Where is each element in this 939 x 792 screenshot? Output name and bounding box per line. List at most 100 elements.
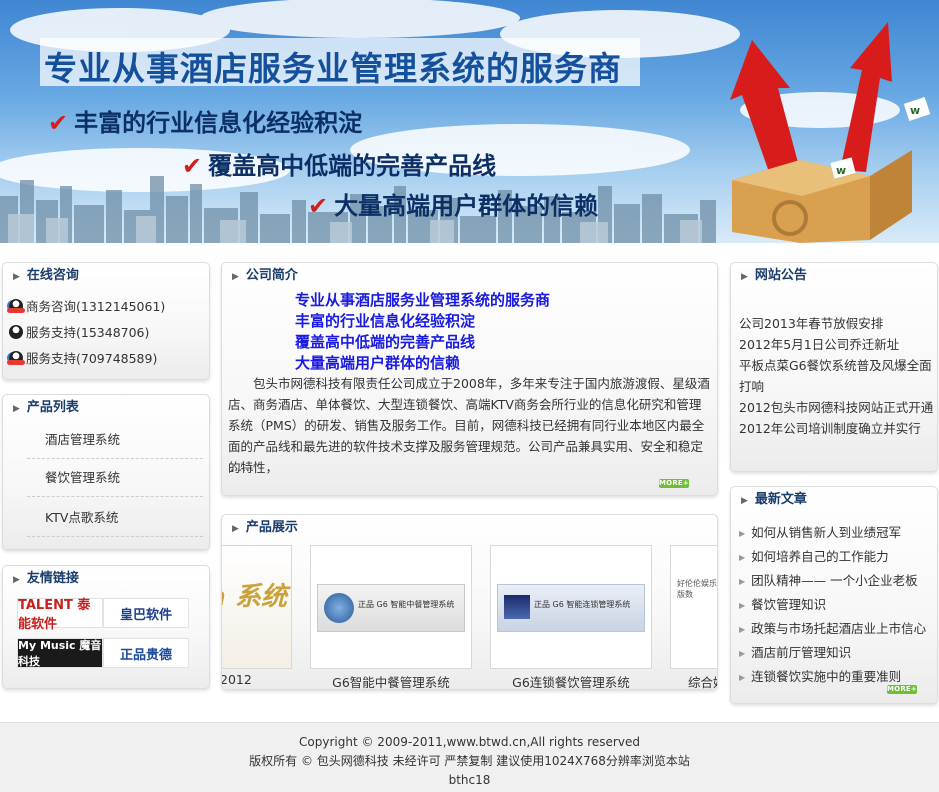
notice-link[interactable]: 2012年5月1日公司乔迁新址 <box>739 334 899 353</box>
bullet-icon: ▶ <box>739 577 746 586</box>
footer-copyright: Copyright © 2009-2011,www.btwd.cn,All ri… <box>299 735 640 749</box>
product-card-image-text: 正品 G6 智能中餐管理系统 <box>358 600 455 609</box>
products-panel: ▶ 产品列表 酒店管理系统 餐饮管理系统 KTV点歌系统 <box>2 394 210 550</box>
dish-icon <box>324 593 354 623</box>
products-heading: 产品列表 <box>26 400 79 415</box>
svg-text:w: w <box>836 164 846 177</box>
panel-heading: ▶ 友情链接 <box>3 566 209 592</box>
product-card[interactable]: 正品 G6 智能中餐管理系统 <box>310 545 472 669</box>
consult-item[interactable]: 商务咨询(1312145061) <box>7 296 166 315</box>
partner-logo-zhengpin[interactable]: 正品贵德 <box>103 638 189 668</box>
product-link[interactable]: 餐饮管理系统 <box>27 459 203 497</box>
banner-slogan: ✔ 大量高端用户群体的信赖 <box>308 186 598 221</box>
check-icon: ✔ <box>308 192 329 220</box>
article-link[interactable]: ▶ 连锁餐饮实施中的重要准则 <box>739 666 901 685</box>
qq-offline-icon <box>9 325 23 339</box>
consult-item[interactable]: 服务支持(709748589) <box>7 348 158 367</box>
intro-highlight: 丰富的行业信息化经验积淀 <box>295 312 476 330</box>
triangle-icon: ▶ <box>232 524 239 534</box>
notice-link[interactable]: 平板点菜G6餐饮系统普及风爆全面 <box>739 355 932 374</box>
links-heading: 友情链接 <box>26 571 79 586</box>
partner-logo-huangba[interactable]: 皇巴软件 <box>103 598 189 628</box>
panel-heading: ▶ 最新文章 <box>731 487 937 513</box>
partner-logo-mymusic[interactable]: My Music 魔音科技 <box>17 638 103 668</box>
notice-panel: ▶ 网站公告 公司2013年春节放假安排 2012年5月1日公司乔迁新址 平板点菜… <box>730 262 938 472</box>
bullet-icon: ▶ <box>739 649 746 658</box>
showcase-panel: ▶ 产品展示 ta 系统 2012 正品 G6 智能中餐管理系统 G6智能中餐管理… <box>221 514 718 690</box>
article-link[interactable]: ▶ 如何从销售新人到业绩冠军 <box>739 522 901 541</box>
intro-more-button[interactable]: MORE+ <box>659 479 689 488</box>
product-card-image-text: 好伦伦娱乐服务 一单版数 <box>677 579 717 599</box>
product-card-image-text: 正品 G6 智能连锁管理系统 <box>534 600 631 609</box>
product-link[interactable]: 酒店管理系统 <box>27 421 203 459</box>
article-link[interactable]: ▶ 团队精神—— 一个小企业老板 <box>739 570 918 589</box>
banner-slogan: ✔ 丰富的行业信息化经验积淀 <box>48 103 362 138</box>
banner-slogan-text: 覆盖高中低端的完善产品线 <box>208 152 497 180</box>
bullet-icon: ▶ <box>739 625 746 634</box>
articles-more-button[interactable]: MORE+ <box>887 685 917 694</box>
notice-link[interactable]: 2012包头市网德科技网站正式开通 <box>739 397 933 416</box>
banner-slogan: ✔ 覆盖高中低端的完善产品线 <box>182 146 496 181</box>
panel-heading: ▶ 产品展示 <box>222 515 717 541</box>
consult-item-label: 服务支持(15348706) <box>26 325 150 340</box>
consult-item[interactable]: 服务支持(15348706) <box>9 322 149 341</box>
triangle-icon: ▶ <box>741 272 748 282</box>
article-link[interactable]: ▶ 酒店前厅管理知识 <box>739 642 851 661</box>
triangle-icon: ▶ <box>13 404 20 414</box>
article-link[interactable]: ▶ 如何培养自己的工作能力 <box>739 546 889 565</box>
intro-panel: ▶ 公司简介 专业从事酒店服务业管理系统的服务商 丰富的行业信息化经验积淀 覆盖高… <box>221 262 718 496</box>
bullet-icon: ▶ <box>739 553 746 562</box>
banner-slogan-text: 大量高端用户群体的信赖 <box>334 192 599 220</box>
panel-heading: ▶ 产品列表 <box>3 395 209 421</box>
header-banner: w w 专业从事酒店服务业管理系统的服务商 ✔ 丰富的行业信息化经验积淀 ✔ 覆盖高… <box>0 0 939 243</box>
page-footer: Copyright © 2009-2011,www.btwd.cn,All ri… <box>0 722 939 792</box>
article-title: 如何从销售新人到业绩冠军 <box>751 525 902 540</box>
intro-highlight: 大量高端用户群体的信赖 <box>295 354 461 372</box>
notice-link[interactable]: 公司2013年春节放假安排 <box>739 313 883 332</box>
qq-online-icon <box>7 299 25 313</box>
triangle-icon: ▶ <box>13 575 20 585</box>
product-card[interactable]: 好伦伦娱乐服务 一单版数 <box>670 545 717 669</box>
triangle-icon: ▶ <box>232 272 239 282</box>
article-link[interactable]: ▶ 政策与市场托起酒店业上市信心 <box>739 618 926 637</box>
product-caption[interactable]: 2012 <box>222 672 252 687</box>
check-icon: ✔ <box>48 109 69 137</box>
bullet-icon: ▶ <box>739 529 746 538</box>
article-title: 团队精神—— 一个小企业老板 <box>751 573 918 588</box>
check-icon: ✔ <box>182 152 203 180</box>
intro-ellipsis: …… <box>230 460 254 474</box>
product-link[interactable]: KTV点歌系统 <box>27 499 203 537</box>
product-card[interactable]: ta 系统 <box>222 545 292 669</box>
article-title: 酒店前厅管理知识 <box>751 645 852 660</box>
panel-heading: ▶ 在线咨询 <box>3 263 209 289</box>
partner-logo-talent[interactable]: TALENT 泰能软件 <box>17 598 103 632</box>
footer-code: bthc18 <box>448 773 491 787</box>
article-link[interactable]: ▶ 餐饮管理知识 <box>739 594 826 613</box>
bullet-icon: ▶ <box>739 673 746 682</box>
banner-slogan-text: 丰富的行业信息化经验积淀 <box>74 109 363 137</box>
consult-heading: 在线咨询 <box>26 268 79 283</box>
consult-item-label: 商务咨询(1312145061) <box>26 299 166 314</box>
intro-heading: 公司简介 <box>245 268 298 283</box>
article-title: 政策与市场托起酒店业上市信心 <box>751 621 927 636</box>
article-title: 如何培养自己的工作能力 <box>751 549 889 564</box>
banner-title: 专业从事酒店服务业管理系统的服务商 <box>40 38 640 88</box>
notice-link[interactable]: 打响 <box>739 376 764 395</box>
intro-paragraph: 包头市网德科技有限责任公司成立于2008年，多年来专注于国内旅游渡假、星级酒店、… <box>228 376 710 475</box>
consult-panel: ▶ 在线咨询 商务咨询(1312145061) 服务支持(15348706) 服务… <box>2 262 210 380</box>
product-caption[interactable]: G6智能中餐管理系统 <box>310 672 472 691</box>
intro-highlight: 专业从事酒店服务业管理系统的服务商 <box>295 291 551 309</box>
qq-online-icon <box>7 351 25 365</box>
product-card-image-text: ta 系统 <box>222 582 287 612</box>
product-caption[interactable]: G6连锁餐饮管理系统 <box>490 672 652 691</box>
svg-text:w: w <box>910 104 920 117</box>
building-icon <box>504 595 530 619</box>
product-caption[interactable]: 综合娱 <box>688 672 717 691</box>
triangle-icon: ▶ <box>741 496 748 506</box>
article-title: 餐饮管理知识 <box>751 597 827 612</box>
notice-link[interactable]: 2012年公司培训制度确立并实行 <box>739 418 921 437</box>
product-carousel: ta 系统 2012 正品 G6 智能中餐管理系统 G6智能中餐管理系统 正品 … <box>222 545 717 691</box>
product-card[interactable]: 正品 G6 智能连锁管理系统 <box>490 545 652 669</box>
consult-item-label: 服务支持(709748589) <box>26 351 158 366</box>
panel-heading: ▶ 网站公告 <box>731 263 937 289</box>
